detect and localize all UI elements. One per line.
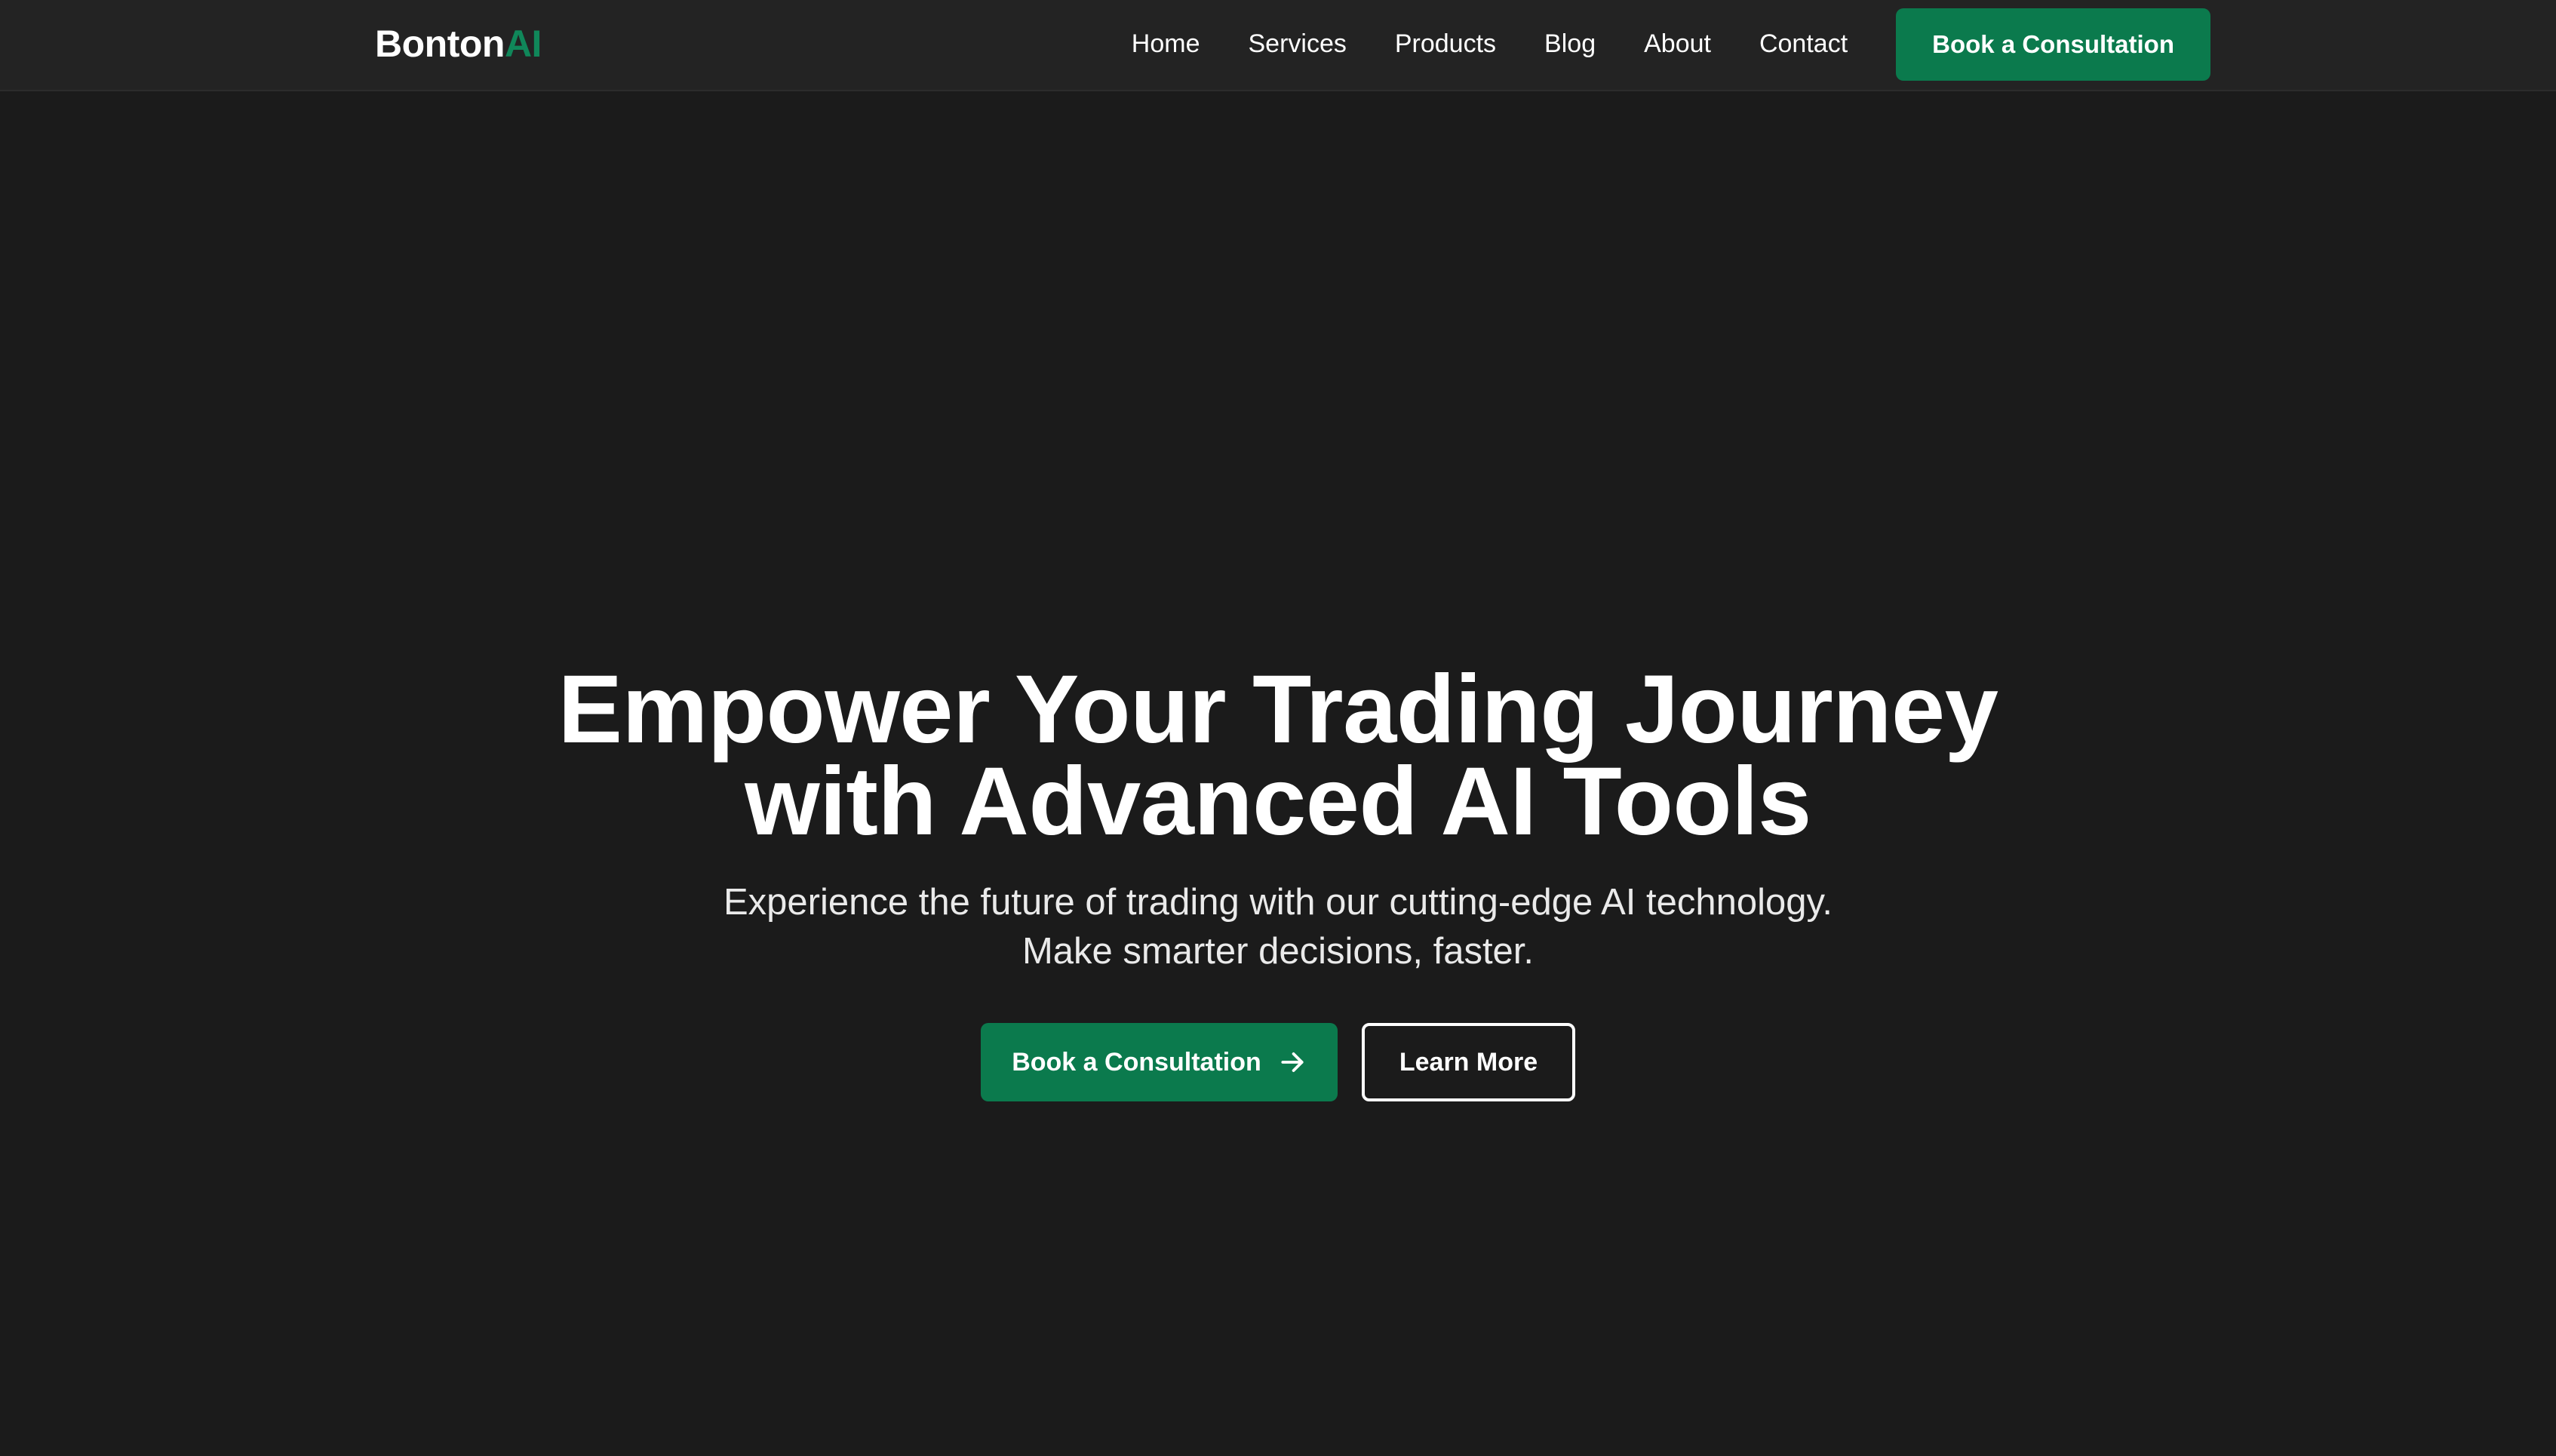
hero-title: Empower Your Trading Journey with Advanc… xyxy=(0,656,2556,855)
brand-name-main: Bonton xyxy=(375,23,505,65)
hero-subtitle-line-1: Experience the future of trading with ou… xyxy=(723,882,1833,923)
hero-title-line-2: with Advanced AI Tools xyxy=(745,748,1811,855)
landing-page: BontonAI Home Services Products Blog Abo… xyxy=(0,0,2556,1456)
nav-link-contact[interactable]: Contact xyxy=(1759,29,1848,59)
brand-name-accent: AI xyxy=(504,23,542,65)
nav-link-about[interactable]: About xyxy=(1644,29,1711,59)
hero-subtitle-line-2: Make smarter decisions, faster. xyxy=(1021,931,1535,972)
main-nav: Home Services Products Blog About Contac… xyxy=(1132,0,2210,88)
hero-title-line-1: Empower Your Trading Journey xyxy=(558,656,1998,763)
site-header: BontonAI Home Services Products Blog Abo… xyxy=(0,0,2556,91)
nav-link-services[interactable]: Services xyxy=(1248,29,1346,59)
hero-buttons: Book a Consultation Learn More xyxy=(0,1023,2556,1101)
nav-link-products[interactable]: Products xyxy=(1395,29,1496,59)
hero-subtitle: Experience the future of trading with ou… xyxy=(0,878,2556,976)
arrow-right-icon xyxy=(1278,1048,1307,1077)
hero-section: Empower Your Trading Journey with Advanc… xyxy=(0,656,2556,1101)
nav-link-blog[interactable]: Blog xyxy=(1544,29,1596,59)
brand-logo[interactable]: BontonAI xyxy=(375,21,542,66)
nav-book-consultation-button[interactable]: Book a Consultation xyxy=(1896,8,2210,81)
hero-book-consultation-button[interactable]: Book a Consultation xyxy=(981,1023,1338,1101)
hero-book-consultation-label: Book a Consultation xyxy=(1012,1047,1261,1077)
hero-learn-more-button[interactable]: Learn More xyxy=(1362,1023,1575,1101)
nav-link-home[interactable]: Home xyxy=(1132,29,1200,59)
